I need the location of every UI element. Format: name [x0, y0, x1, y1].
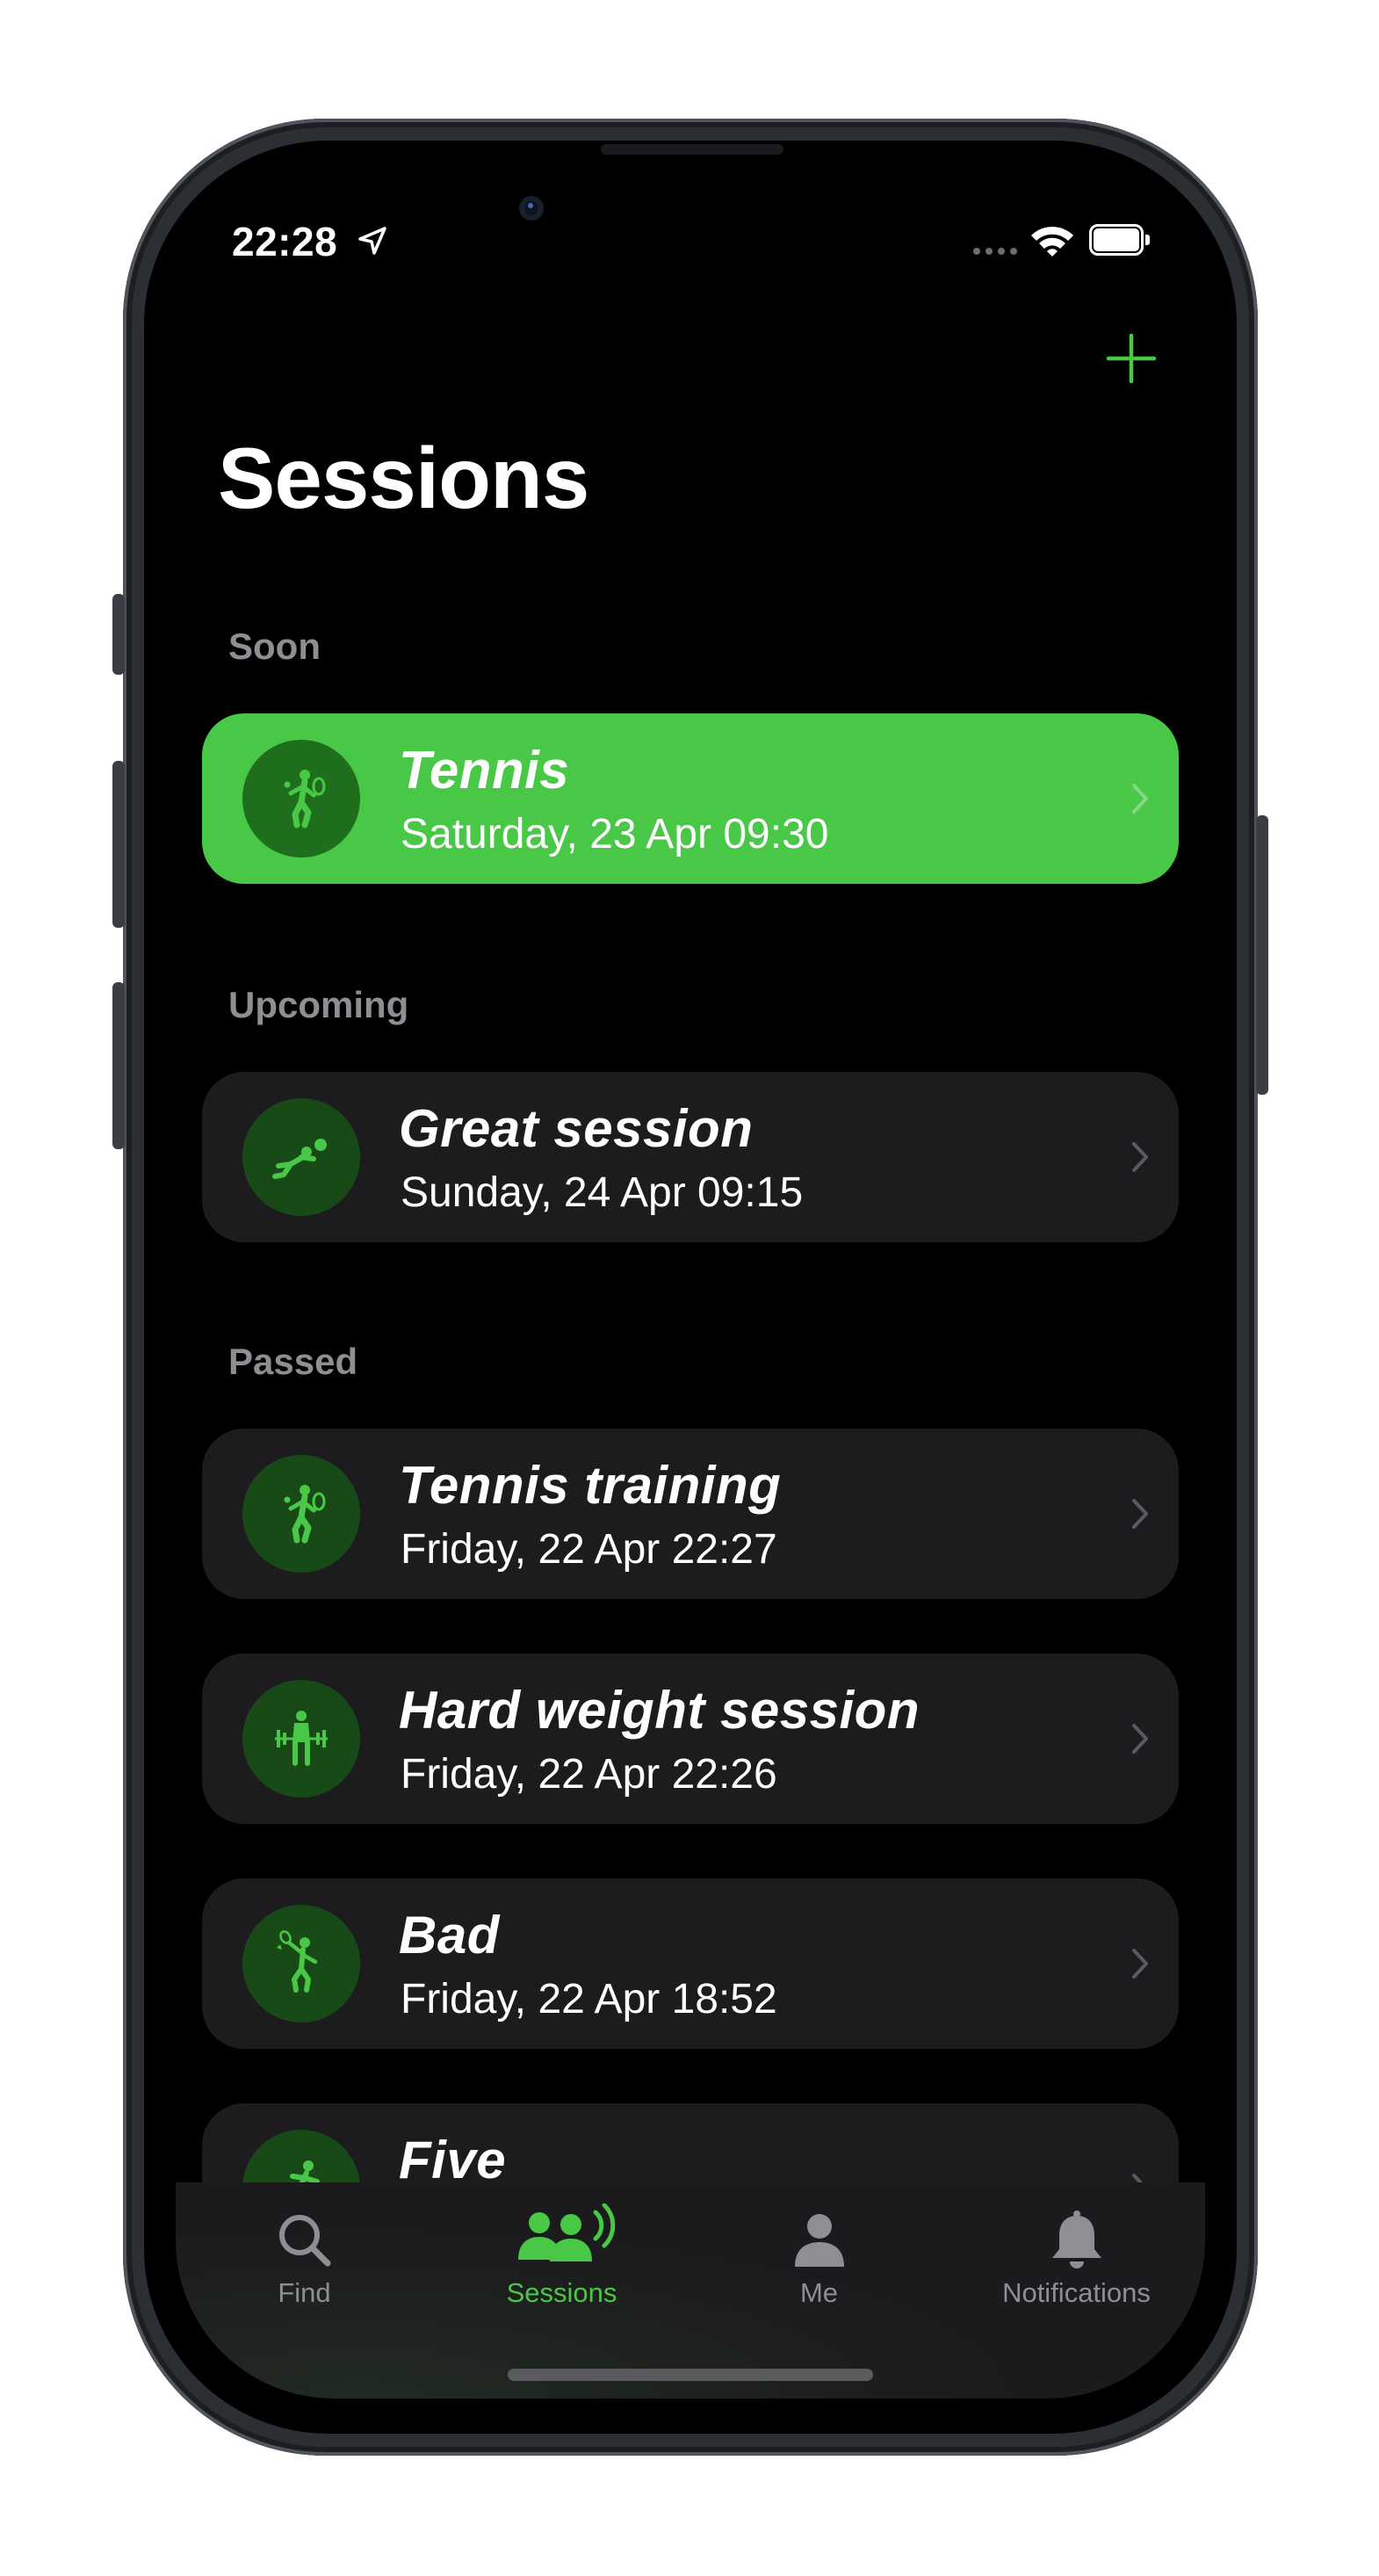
front-camera — [519, 196, 544, 221]
sport-avatar — [242, 1905, 360, 2022]
cellular-signal-icon — [973, 248, 1017, 255]
tab-label: Sessions — [506, 2277, 617, 2308]
add-session-button[interactable] — [1105, 332, 1158, 385]
tennis-icon — [284, 1485, 326, 1544]
session-title: Tennis — [399, 741, 570, 800]
sport-avatar — [242, 1455, 360, 1573]
tab-bar: Find Sessions Me Notifications — [176, 2182, 1205, 2399]
volume-up-button — [112, 761, 125, 928]
tab-label: Find — [278, 2277, 331, 2308]
tab-sessions[interactable]: Sessions — [433, 2182, 690, 2341]
bell-icon — [1051, 2211, 1101, 2268]
silent-switch — [112, 594, 125, 675]
wifi-icon — [1031, 227, 1073, 257]
section-header-passed: Passed — [228, 1341, 358, 1382]
session-title: Tennis training — [399, 1456, 782, 1515]
search-icon — [278, 2215, 330, 2267]
session-date: Sunday, 24 Apr 09:15 — [401, 1169, 804, 1216]
tab-me[interactable]: Me — [690, 2182, 948, 2341]
session-date: Friday, 22 Apr 22:26 — [401, 1751, 777, 1798]
chevron-right-icon — [1132, 784, 1148, 814]
session-title: Hard weight session — [399, 1681, 920, 1740]
badminton-icon — [277, 1930, 318, 1993]
sport-avatar — [242, 1098, 360, 1216]
session-date: Friday, 22 Apr 22:27 — [401, 1526, 777, 1573]
volleyball-icon — [272, 1139, 327, 1179]
session-date: Friday, 22 Apr 18:52 — [401, 1976, 777, 2022]
page-title: Sessions — [218, 430, 589, 526]
session-card[interactable]: Great session Sunday, 24 Apr 09:15 — [202, 1072, 1179, 1242]
session-date: Saturday, 23 Apr 09:30 — [401, 811, 829, 857]
status-time: 22:28 — [232, 219, 338, 264]
chevron-right-icon — [1132, 1949, 1148, 1979]
earpiece — [601, 144, 783, 155]
session-card[interactable]: Tennis training Friday, 22 Apr 22:27 — [202, 1429, 1179, 1599]
chevron-right-icon — [1132, 1142, 1148, 1172]
volume-down-button — [112, 982, 125, 1149]
home-indicator[interactable] — [508, 2369, 873, 2381]
tab-label: Me — [799, 2277, 839, 2308]
sport-avatar — [242, 1680, 360, 1798]
session-title: Five — [399, 2131, 507, 2189]
tab-label: Notifications — [1002, 2277, 1151, 2308]
session-title: Great session — [399, 1099, 754, 1158]
session-title: Bad — [399, 1906, 500, 1965]
tab-notifications[interactable]: Notifications — [948, 2182, 1205, 2341]
battery-icon — [1089, 224, 1152, 256]
chevron-right-icon — [1132, 1499, 1148, 1529]
power-button — [1256, 815, 1268, 1095]
section-header-soon: Soon — [228, 626, 321, 667]
tennis-icon — [284, 770, 326, 829]
session-card[interactable]: Bad Friday, 22 Apr 18:52 — [202, 1878, 1179, 2049]
session-card[interactable]: Tennis Saturday, 23 Apr 09:30 — [202, 713, 1179, 884]
session-card[interactable]: Hard weight session Friday, 22 Apr 22:26 — [202, 1653, 1179, 1824]
sport-avatar — [242, 740, 360, 857]
section-header-upcoming: Upcoming — [228, 984, 409, 1025]
weightlifting-icon — [275, 1711, 328, 1766]
people-icon — [517, 2203, 615, 2261]
tab-find[interactable]: Find — [176, 2182, 433, 2341]
location-arrow-icon — [358, 227, 386, 255]
chevron-right-icon — [1132, 1724, 1148, 1754]
person-icon — [794, 2214, 844, 2267]
